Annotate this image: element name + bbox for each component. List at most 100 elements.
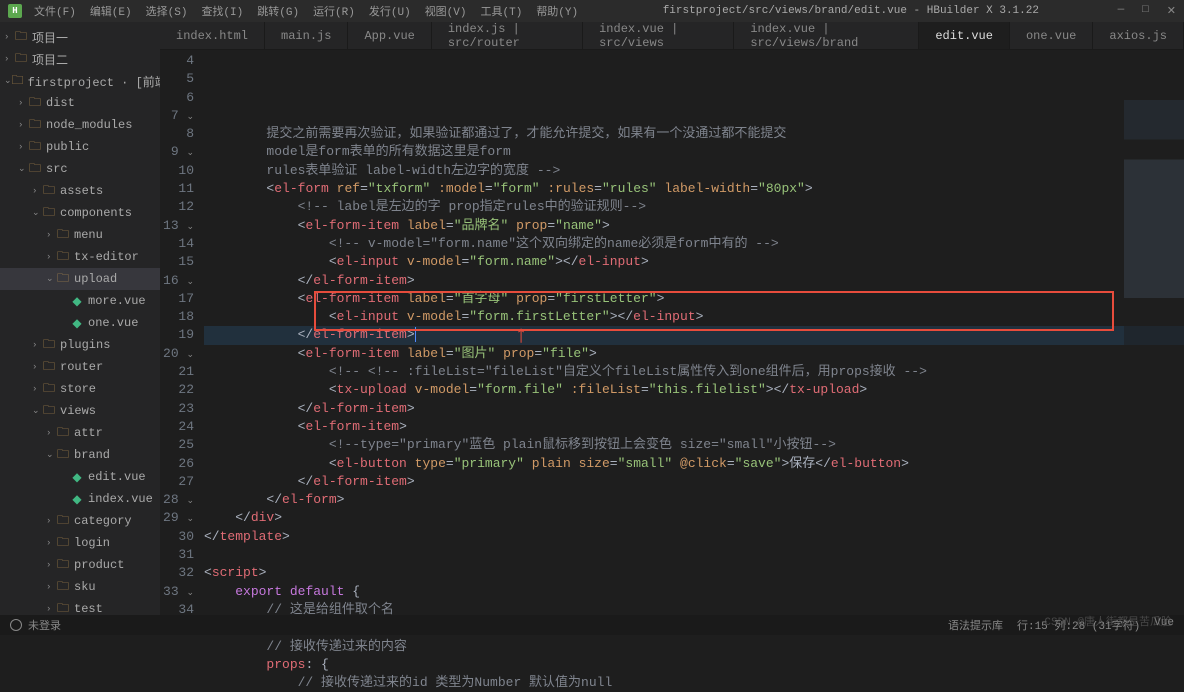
- watermark: CSDN @唐人街都是苦瓜脸: [1044, 613, 1172, 629]
- folder-icon: 🗀: [56, 247, 70, 268]
- minimize-button[interactable]: —: [1118, 4, 1125, 18]
- tree-item-label: more.vue: [88, 294, 146, 308]
- maximize-button[interactable]: □: [1142, 4, 1149, 18]
- code-line[interactable]: // 接收传递过来的内容: [204, 638, 1184, 656]
- code-line[interactable]: </template>: [204, 528, 1184, 546]
- editor-tab[interactable]: index.html: [160, 22, 265, 49]
- tree-item[interactable]: ◆index.vue: [0, 488, 160, 510]
- editor-tab[interactable]: main.js: [265, 22, 348, 49]
- tree-item[interactable]: ›🗀dist: [0, 92, 160, 114]
- tree-item[interactable]: ⌄🗀components: [0, 202, 160, 224]
- code-line[interactable]: // 接收传递过来的id 类型为Number 默认值为null: [204, 674, 1184, 692]
- syntax-hint[interactable]: 语法提示库: [948, 617, 1003, 633]
- code-line[interactable]: rules表单验证 label-width左边字的宽度 -->: [204, 162, 1184, 180]
- code-line[interactable]: <el-form-item label="首字母" prop="firstLet…: [204, 290, 1184, 308]
- tree-item-label: category: [74, 514, 132, 528]
- tree-item[interactable]: ›🗀plugins: [0, 334, 160, 356]
- tree-item[interactable]: ⌄🗀firstproject · [前端网页]: [0, 70, 160, 92]
- code-line[interactable]: props: {: [204, 656, 1184, 674]
- code-line[interactable]: <el-form-item label="图片" prop="file">: [204, 345, 1184, 363]
- folder-icon: 🗀: [42, 335, 56, 356]
- code-line[interactable]: 提交之前需要再次验证，如果验证都通过了，才能允许提交，如果有一个没通过都不能提交: [204, 125, 1184, 143]
- minimap[interactable]: [1124, 100, 1184, 595]
- code-line[interactable]: <tx-upload v-model="form.file" :fileList…: [204, 381, 1184, 399]
- tree-item-label: plugins: [60, 338, 110, 352]
- menu-item[interactable]: 编辑(E): [84, 1, 138, 21]
- tree-item[interactable]: ›🗀assets: [0, 180, 160, 202]
- editor-tab[interactable]: index.vue | src/views: [583, 22, 734, 49]
- menu-item[interactable]: 选择(S): [140, 1, 194, 21]
- menu-item[interactable]: 文件(F): [28, 1, 82, 21]
- code-line[interactable]: model是form表单的所有数据这里是form: [204, 143, 1184, 161]
- line-number: 26: [160, 455, 194, 473]
- tree-item[interactable]: ›🗀menu: [0, 224, 160, 246]
- sync-icon[interactable]: [10, 619, 22, 631]
- tree-item[interactable]: ⌄🗀src: [0, 158, 160, 180]
- code-line[interactable]: [204, 546, 1184, 564]
- editor-tab[interactable]: index.vue | src/views/brand: [734, 22, 919, 49]
- code-line[interactable]: </el-form-item>: [204, 326, 1184, 344]
- line-number: 8: [160, 125, 194, 143]
- tree-item[interactable]: ›🗀public: [0, 136, 160, 158]
- tree-item[interactable]: ›🗀项目一: [0, 26, 160, 48]
- editor-tab[interactable]: App.vue: [348, 22, 431, 49]
- code-line[interactable]: <el-input v-model="form.name"></el-input…: [204, 253, 1184, 271]
- menu-item[interactable]: 发行(U): [363, 1, 417, 21]
- code-line[interactable]: <!-- v-model="form.name"这个双向绑定的name必须是fo…: [204, 235, 1184, 253]
- menu-item[interactable]: 视图(V): [419, 1, 473, 21]
- tree-item[interactable]: ›🗀login: [0, 532, 160, 554]
- chevron-icon: ›: [46, 582, 56, 592]
- code-line[interactable]: <!--type="primary"蓝色 plain鼠标移到按钮上会变色 siz…: [204, 436, 1184, 454]
- code-line[interactable]: </el-form-item>: [204, 473, 1184, 491]
- chevron-icon: ⌄: [46, 274, 56, 284]
- editor-tab[interactable]: edit.vue: [919, 22, 1010, 49]
- code-line[interactable]: <!-- <!-- :fileList="fileList"自定义个fileLi…: [204, 363, 1184, 381]
- menu-bar: 文件(F)编辑(E)选择(S)查找(I)跳转(G)运行(R)发行(U)视图(V)…: [28, 1, 584, 21]
- menu-item[interactable]: 帮助(Y): [530, 1, 584, 21]
- tree-item[interactable]: ›🗀sku: [0, 576, 160, 598]
- tree-item[interactable]: ◆edit.vue: [0, 466, 160, 488]
- editor-tab[interactable]: axios.js: [1093, 22, 1184, 49]
- tree-item[interactable]: ›🗀product: [0, 554, 160, 576]
- code-line[interactable]: </el-form-item>: [204, 400, 1184, 418]
- menu-item[interactable]: 运行(R): [307, 1, 361, 21]
- code-line[interactable]: </div>: [204, 509, 1184, 527]
- tree-item[interactable]: ›🗀attr: [0, 422, 160, 444]
- editor[interactable]: 4567 ⌄89 ⌄10111213 ⌄141516 ⌄17181920 ⌄21…: [160, 50, 1184, 615]
- close-button[interactable]: ✕: [1167, 4, 1176, 18]
- code-area[interactable]: ↑ 提交之前需要再次验证，如果验证都通过了，才能允许提交，如果有一个没通过都不能…: [204, 50, 1184, 615]
- editor-tab[interactable]: one.vue: [1010, 22, 1093, 49]
- tree-item[interactable]: ›🗀store: [0, 378, 160, 400]
- code-line[interactable]: <el-form-item label="品牌名" prop="name">: [204, 217, 1184, 235]
- tree-item[interactable]: ›🗀router: [0, 356, 160, 378]
- menu-item[interactable]: 工具(T): [475, 1, 529, 21]
- tree-item[interactable]: ⌄🗀views: [0, 400, 160, 422]
- code-line[interactable]: <el-form-item>: [204, 418, 1184, 436]
- tree-item[interactable]: ›🗀node_modules: [0, 114, 160, 136]
- tree-item[interactable]: ◆one.vue: [0, 312, 160, 334]
- menu-item[interactable]: 跳转(G): [251, 1, 305, 21]
- code-line[interactable]: <el-input v-model="form.firstLetter"></e…: [204, 308, 1184, 326]
- line-number: 6: [160, 89, 194, 107]
- code-line[interactable]: <script>: [204, 564, 1184, 582]
- code-line[interactable]: <el-button type="primary" plain size="sm…: [204, 455, 1184, 473]
- code-line[interactable]: <!-- label是左边的字 prop指定rules中的验证规则-->: [204, 198, 1184, 216]
- tree-item[interactable]: ›🗀category: [0, 510, 160, 532]
- editor-tab[interactable]: index.js | src/router: [432, 22, 583, 49]
- tree-item[interactable]: ◆more.vue: [0, 290, 160, 312]
- tree-item[interactable]: ›🗀项目二: [0, 48, 160, 70]
- code-line[interactable]: <el-form ref="txform" :model="form" :rul…: [204, 180, 1184, 198]
- code-line[interactable]: </el-form>: [204, 491, 1184, 509]
- tree-item[interactable]: ›🗀test: [0, 598, 160, 615]
- file-explorer[interactable]: ›🗀项目一›🗀项目二⌄🗀firstproject · [前端网页]›🗀dist›…: [0, 22, 160, 615]
- code-line[interactable]: export default {: [204, 583, 1184, 601]
- tree-item[interactable]: ⌄🗀upload: [0, 268, 160, 290]
- login-status[interactable]: 未登录: [28, 617, 61, 633]
- code-line[interactable]: </el-form-item>: [204, 272, 1184, 290]
- tree-item-label: tx-editor: [74, 250, 139, 264]
- menu-item[interactable]: 查找(I): [195, 1, 249, 21]
- chevron-icon: ›: [32, 186, 42, 196]
- tree-item[interactable]: ›🗀tx-editor: [0, 246, 160, 268]
- tree-item[interactable]: ⌄🗀brand: [0, 444, 160, 466]
- line-number: 20 ⌄: [160, 345, 194, 363]
